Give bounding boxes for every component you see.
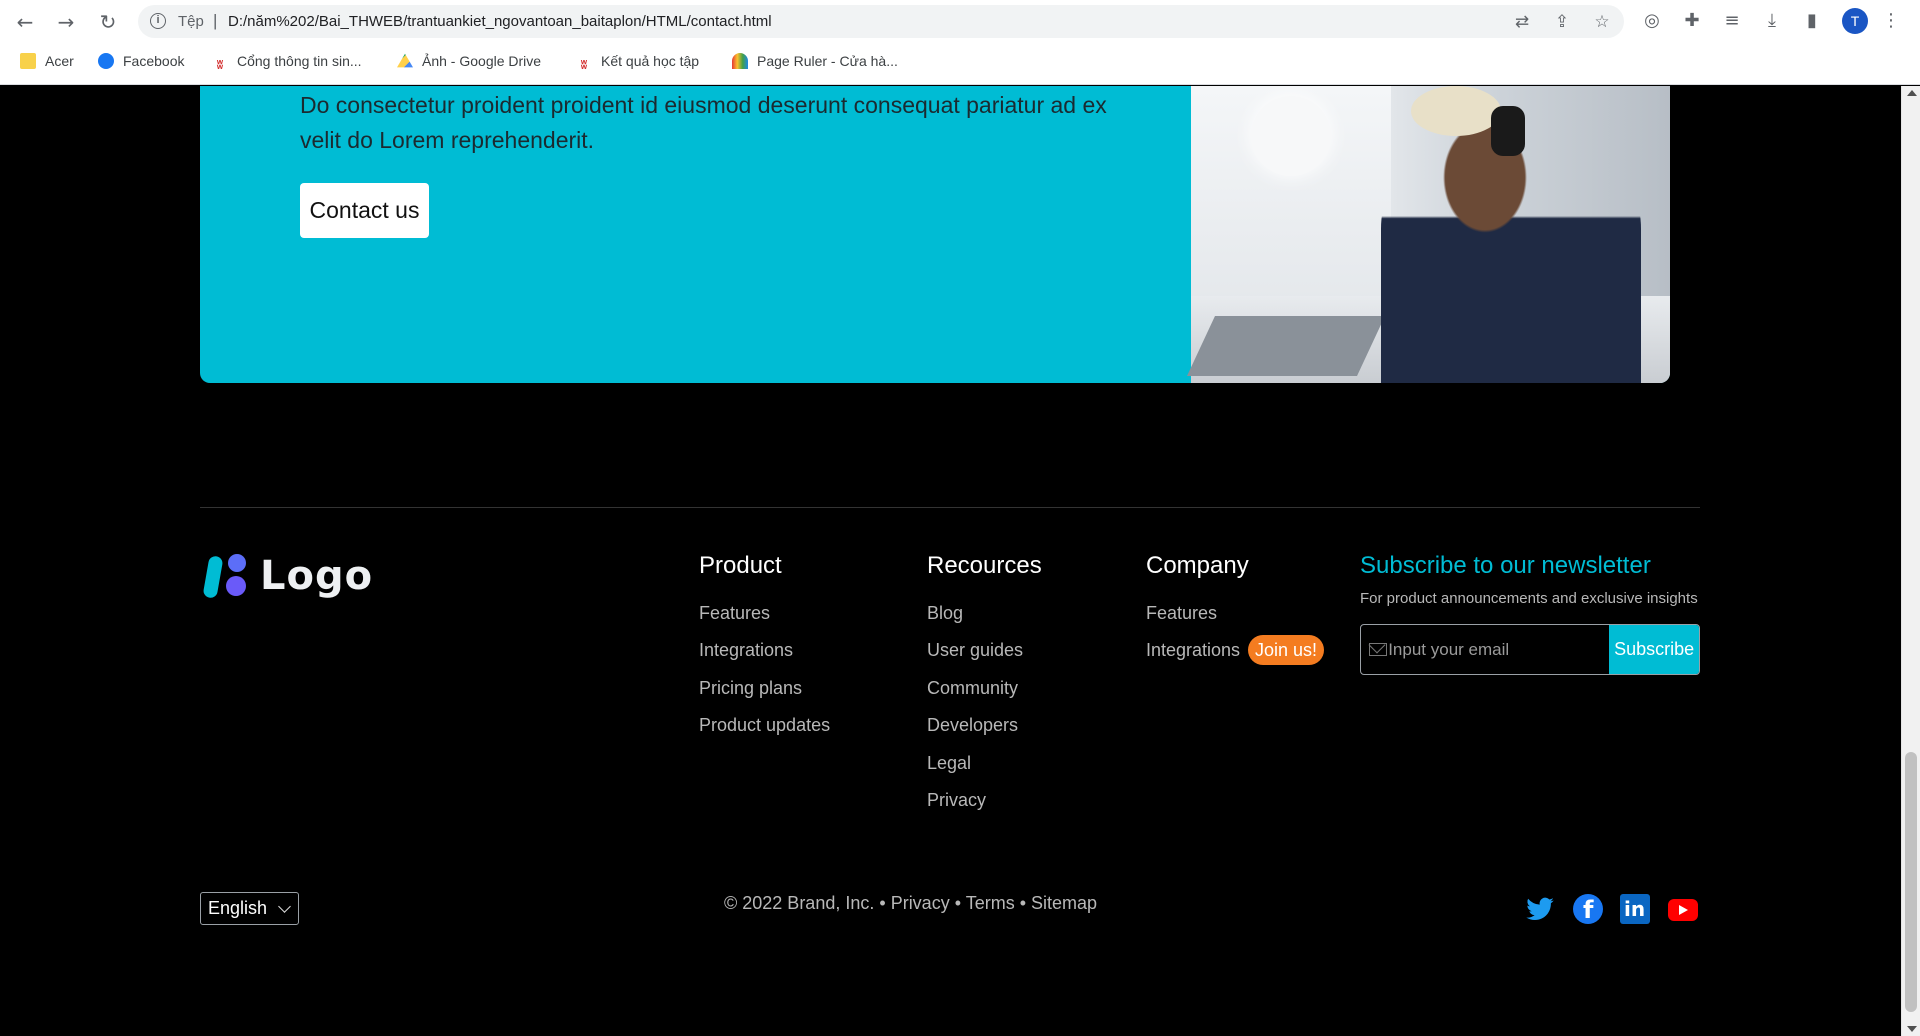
address-scheme: Tệp	[178, 13, 204, 30]
footer-link-user-guides[interactable]: User guides	[927, 640, 1023, 661]
photo-person	[1381, 126, 1641, 383]
footer-column-title-product: Product	[699, 552, 782, 579]
bookmark-page-ruler[interactable]: Page Ruler - Cửa hà...	[732, 51, 898, 71]
twitter-icon[interactable]	[1525, 894, 1555, 924]
address-url[interactable]: D:/năm%202/Bai_THWEB/trantuankiet_ngovan…	[228, 13, 772, 30]
side-panel-icon[interactable]: ▮	[1801, 10, 1823, 32]
address-separator: |	[213, 11, 218, 30]
join-us-badge[interactable]: Join us!	[1248, 635, 1324, 665]
scrollbar-thumb[interactable]	[1905, 752, 1917, 1012]
footer-link-community[interactable]: Community	[927, 678, 1018, 699]
photo-hair	[1411, 86, 1501, 136]
footer-logo[interactable]: Logo	[202, 552, 374, 600]
chevron-down-icon	[278, 900, 291, 913]
newsletter-subtitle: For product announcements and exclusive …	[1360, 590, 1698, 607]
person-with-headphones-photo	[1187, 86, 1670, 383]
page-viewport: Do consectetur proident proident id eius…	[0, 86, 1901, 1036]
photo-lamp	[1251, 96, 1331, 176]
bookmark-acer[interactable]: Acer	[20, 51, 74, 71]
footer-link-blog[interactable]: Blog	[927, 603, 963, 624]
reload-icon[interactable]: ↻	[95, 9, 121, 35]
site-info-icon[interactable]: i	[150, 13, 166, 29]
footer-link-company-features[interactable]: Features	[1146, 603, 1217, 624]
copyright-text: © 2022 Brand, Inc.	[724, 893, 875, 913]
footer-link-company-integrations[interactable]: Integrations	[1146, 640, 1240, 661]
compass-extension-icon[interactable]: ◎	[1641, 10, 1663, 32]
translate-icon[interactable]: ⇄	[1512, 12, 1532, 32]
browser-toolbar: ← → ↻ i Tệp | D:/năm%202/Bai_THWEB/trant…	[0, 0, 1920, 43]
footer-link-pricing-plans[interactable]: Pricing plans	[699, 678, 802, 699]
contact-us-button[interactable]: Contact us	[300, 183, 429, 238]
facebook-icon[interactable]: f	[1573, 894, 1603, 924]
bookmark-star-icon[interactable]: ☆	[1592, 12, 1612, 32]
google-drive-icon	[397, 53, 413, 68]
footer-link-privacy[interactable]: Privacy	[927, 790, 986, 811]
bookmark-cong-thong-tin[interactable]: ʬ Cổng thông tin sin...	[212, 51, 362, 72]
profile-avatar[interactable]: T	[1842, 8, 1868, 34]
scroll-down-arrow-icon[interactable]	[1907, 1026, 1917, 1032]
footer-link-legal[interactable]: Legal	[927, 753, 971, 774]
footer-link-integrations[interactable]: Integrations	[699, 640, 793, 661]
logo-text: Logo	[260, 553, 374, 599]
language-select[interactable]: English	[200, 892, 299, 925]
footer-divider	[200, 507, 1700, 508]
page-scrollbar[interactable]	[1901, 86, 1920, 1036]
language-select-value: English	[208, 898, 268, 918]
footer-column-title-resources: Recources	[927, 552, 1042, 579]
photo-laptop	[1187, 316, 1385, 376]
footer-link-product-updates[interactable]: Product updates	[699, 715, 830, 736]
linkedin-icon[interactable]: in	[1620, 894, 1650, 924]
cta-text: Do consectetur proident proident id eius…	[300, 92, 1107, 153]
newsletter-email-input[interactable]	[1388, 625, 1610, 674]
legal-link-privacy[interactable]: Privacy	[891, 893, 950, 913]
school-logo-icon: ʬ	[216, 58, 224, 72]
youtube-icon[interactable]	[1668, 899, 1698, 921]
footer-link-features[interactable]: Features	[699, 603, 770, 624]
extensions-icon[interactable]: ✚	[1681, 10, 1703, 32]
bookmark-ket-qua-hoc-tap[interactable]: ʬ Kết quả học tập	[576, 51, 699, 72]
bookmark-google-drive[interactable]: Ảnh - Google Drive	[397, 51, 541, 71]
chrome-webstore-icon	[732, 53, 748, 69]
legal-link-sitemap[interactable]: Sitemap	[1031, 893, 1097, 913]
reading-list-icon[interactable]: ≡	[1721, 10, 1743, 32]
folder-icon	[20, 53, 36, 69]
headphones-icon	[1491, 106, 1525, 156]
newsletter-title: Subscribe to our newsletter	[1360, 552, 1651, 579]
forward-icon[interactable]: →	[53, 9, 79, 35]
menu-kebab-icon[interactable]: ⋮	[1880, 10, 1902, 32]
legal-link-terms[interactable]: Terms	[966, 893, 1015, 913]
footer-column-title-company: Company	[1146, 552, 1249, 579]
scroll-up-arrow-icon[interactable]	[1907, 90, 1917, 96]
back-icon[interactable]: ←	[12, 9, 38, 35]
footer-link-developers[interactable]: Developers	[927, 715, 1018, 736]
logo-mark-icon	[202, 552, 252, 600]
download-icon[interactable]: ⤓	[1761, 10, 1783, 32]
school-logo-icon: ʬ	[580, 58, 588, 72]
facebook-icon	[98, 53, 114, 69]
bookmarks-bar: Acer Facebook ʬ Cổng thông tin sin... Ảnh…	[0, 47, 1920, 75]
mail-icon	[1361, 625, 1388, 674]
browser-chrome: ← → ↻ i Tệp | D:/năm%202/Bai_THWEB/trant…	[0, 0, 1920, 85]
contact-cta-banner: Do consectetur proident proident id eius…	[200, 86, 1670, 383]
bookmark-facebook[interactable]: Facebook	[98, 51, 184, 71]
subscribe-button[interactable]: Subscribe	[1609, 625, 1699, 674]
footer-legal-line: © 2022 Brand, Inc. • Privacy • Terms • S…	[724, 893, 1098, 913]
share-icon[interactable]: ⇪	[1552, 12, 1572, 32]
address-bar[interactable]: i Tệp | D:/năm%202/Bai_THWEB/trantuankie…	[138, 5, 1624, 38]
newsletter-form: Subscribe	[1360, 624, 1700, 675]
